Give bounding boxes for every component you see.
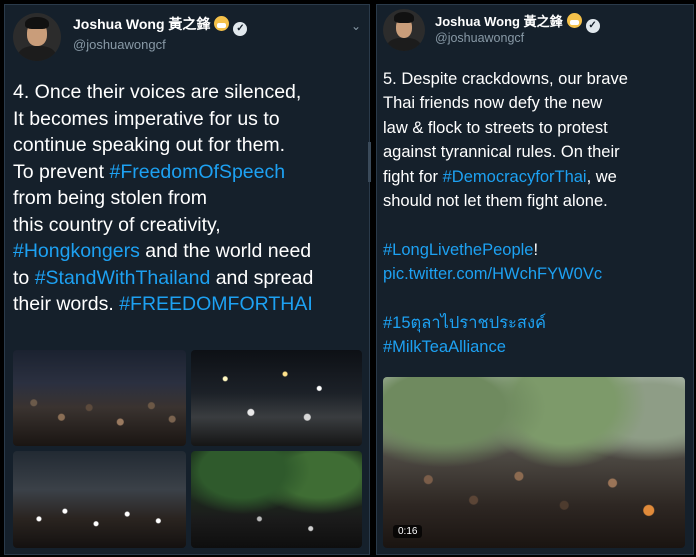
hashtag-link[interactable]: #StandWithThailand — [35, 267, 211, 289]
tweet-text-segment: 5. Despite crackdowns, our brave — [383, 70, 628, 88]
verified-badge-icon: ✓ — [585, 19, 600, 33]
tweet-text-segment: and spread — [210, 266, 314, 289]
author-handle[interactable]: @joshuawongcf — [435, 31, 524, 45]
author-name[interactable]: Joshua Wong 黃之鋒 ✓ — [435, 11, 600, 33]
tweet-text-segment: law & flock to streets to protest — [383, 118, 608, 137]
tweet-line: this country of creativity, — [13, 212, 313, 239]
tweet-line — [383, 287, 628, 311]
tweet-photo-3[interactable] — [13, 451, 186, 548]
tweet-line: It becomes imperative for us to — [13, 106, 313, 133]
tweet-photo-4[interactable] — [191, 451, 362, 548]
avatar[interactable] — [13, 13, 61, 61]
tweet-text-segment: Thai friends now defy the new — [383, 94, 603, 113]
hashtag-link[interactable]: #Hongkongers — [13, 240, 140, 262]
tweet-line: 5. Despite crackdowns, our brave — [383, 67, 628, 91]
author-name[interactable]: Joshua Wong 黃之鋒 ✓ — [73, 14, 248, 36]
tweet-line — [383, 213, 628, 237]
tweet-text-segment: 4. Once their voices are silenced, — [13, 81, 302, 103]
tweet-line: from being stolen from — [13, 185, 313, 212]
tweet-text-segment: continue speaking out for them. — [13, 134, 286, 156]
hashtag-link[interactable]: #MilkTeaAlliance — [383, 338, 506, 356]
verified-badge-icon: ✓ — [233, 22, 248, 36]
tweet-text-segment: their words. — [13, 293, 120, 315]
tweet-text-segment: and the world need — [139, 240, 312, 262]
avatar[interactable] — [383, 9, 425, 51]
tweet-panel-5: Joshua Wong 黃之鋒 ✓ @joshuawongcf 5. Despit… — [376, 4, 694, 555]
tweet-line: Thai friends now defy the new — [383, 91, 628, 115]
tweet-text-segment: To prevent — [13, 160, 110, 183]
tweet-photo-2[interactable] — [191, 350, 362, 446]
tweet-text-segment: It becomes imperative for us to — [13, 107, 280, 130]
tweet-line: fight for #DemocracyforThai, we — [383, 165, 628, 189]
face-mask-emoji-icon — [214, 16, 230, 31]
tweet-video[interactable]: 0:16 — [383, 377, 685, 548]
author-handle[interactable]: @joshuawongcf — [73, 37, 166, 52]
tweet-photo-1[interactable] — [13, 350, 186, 446]
tweet-text-segment: , we — [586, 167, 617, 186]
tweet-line: continue speaking out for them. — [13, 132, 313, 159]
tweet-line: 4. Once their voices are silenced, — [13, 79, 313, 106]
tweet-text-segment: fight for — [383, 167, 443, 186]
tweet-text-segment: this country of creativity, — [13, 213, 221, 236]
hashtag-link[interactable]: #DemocracyforThai — [443, 168, 587, 186]
tweet-line: #MilkTeaAlliance — [383, 335, 628, 359]
tweet-text: 5. Despite crackdowns, our brave Thai fri… — [383, 67, 628, 360]
hashtag-link[interactable]: #LongLivethePeople — [383, 241, 533, 259]
tweet-text-segment: ! — [533, 240, 539, 259]
hashtag-link[interactable]: pic.twitter.com/HWchFYW0Vc — [383, 265, 602, 283]
hashtag-link[interactable]: #FREEDOMFORTHAI — [119, 293, 313, 315]
tweet-text-segment: to — [13, 266, 35, 289]
tweet-line: pic.twitter.com/HWchFYW0Vc — [383, 262, 628, 286]
tweet-text-segment: from being stolen from — [13, 187, 208, 209]
hashtag-link[interactable]: #FreedomOfSpeech — [109, 161, 285, 183]
tweet-line: #15ตุลาไปราชประสงค์ — [383, 311, 628, 335]
face-mask-emoji-icon — [566, 13, 582, 28]
tweet-panel-4: Joshua Wong 黃之鋒 ✓ @joshuawongcf ⌄ 4. Once… — [4, 4, 370, 555]
hashtag-link[interactable]: #15ตุลาไปราชประสงค์ — [383, 314, 546, 332]
tweet-text-segment: should not let them fight alone. — [383, 192, 608, 211]
tweet-line: to #StandWithThailand and spread — [13, 265, 313, 292]
tweet-line: their words. #FREEDOMFORTHAI — [13, 291, 313, 318]
tweet-line: should not let them fight alone. — [383, 189, 628, 213]
chevron-down-icon[interactable]: ⌄ — [351, 19, 361, 33]
tweet-line: #Hongkongers and the world need — [13, 238, 313, 265]
scroll-indicator — [368, 142, 371, 182]
tweet-line: against tyrannical rules. On their — [383, 140, 628, 164]
author-name-text: Joshua Wong 黃之鋒 — [435, 14, 563, 29]
tweet-text-segment: against tyrannical rules. On their — [383, 143, 620, 162]
tweet-text: 4. Once their voices are silenced, It bec… — [13, 79, 313, 318]
author-name-text: Joshua Wong 黃之鋒 — [73, 16, 211, 32]
video-duration: 0:16 — [393, 525, 423, 538]
tweet-line: law & flock to streets to protest — [383, 116, 628, 140]
tweet-line: To prevent #FreedomOfSpeech — [13, 159, 313, 186]
tweet-line: #LongLivethePeople! — [383, 238, 628, 262]
